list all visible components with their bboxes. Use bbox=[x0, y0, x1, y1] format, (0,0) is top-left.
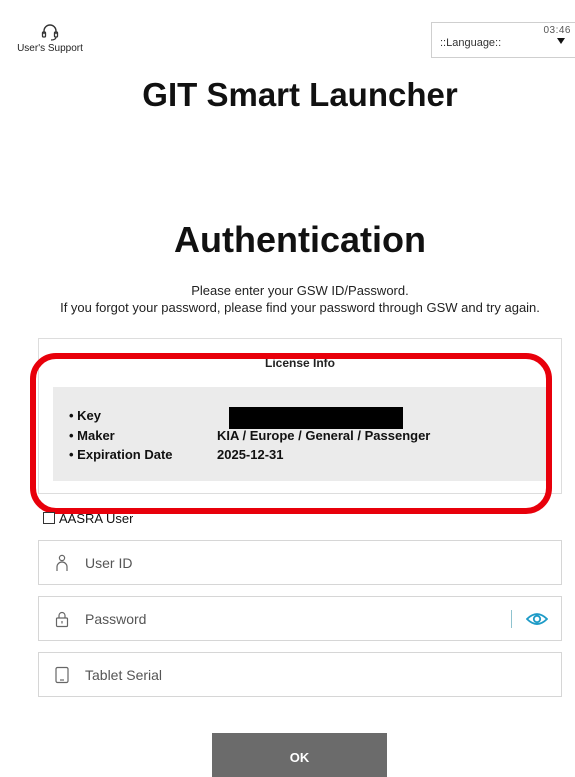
password-input[interactable] bbox=[85, 605, 525, 633]
language-label: ::Language:: bbox=[440, 37, 502, 49]
user-id-input[interactable] bbox=[85, 549, 525, 577]
lock-icon bbox=[55, 611, 69, 628]
aasra-user-label: AASRA User bbox=[59, 510, 134, 526]
red-highlight-outline bbox=[30, 353, 552, 514]
headset-icon bbox=[41, 24, 59, 41]
person-icon bbox=[56, 554, 68, 571]
app-title: GIT Smart Launcher bbox=[142, 76, 458, 113]
eye-icon[interactable] bbox=[526, 611, 548, 627]
user-id-field[interactable] bbox=[38, 540, 562, 585]
instruction-line-1: Please enter your GSW ID/Password. bbox=[191, 283, 409, 298]
aasra-user-checkbox-row[interactable]: AASRA User bbox=[43, 510, 133, 526]
password-field[interactable] bbox=[38, 596, 562, 641]
caret-down-icon bbox=[557, 38, 565, 44]
tablet-serial-input[interactable] bbox=[85, 661, 525, 689]
tablet-icon bbox=[55, 666, 69, 684]
users-support-button[interactable]: User's Support bbox=[12, 22, 88, 54]
users-support-label: User's Support bbox=[17, 43, 83, 54]
ok-button[interactable]: OK bbox=[212, 733, 387, 777]
tablet-serial-field[interactable] bbox=[38, 652, 562, 697]
instruction-line-2: If you forgot your password, please find… bbox=[60, 300, 540, 315]
clock: 03:46 bbox=[543, 25, 571, 36]
page-title: Authentication bbox=[174, 219, 426, 260]
language-select[interactable]: 03:46 ::Language:: bbox=[431, 22, 575, 58]
aasra-user-checkbox[interactable] bbox=[43, 512, 55, 524]
field-divider bbox=[511, 610, 512, 628]
